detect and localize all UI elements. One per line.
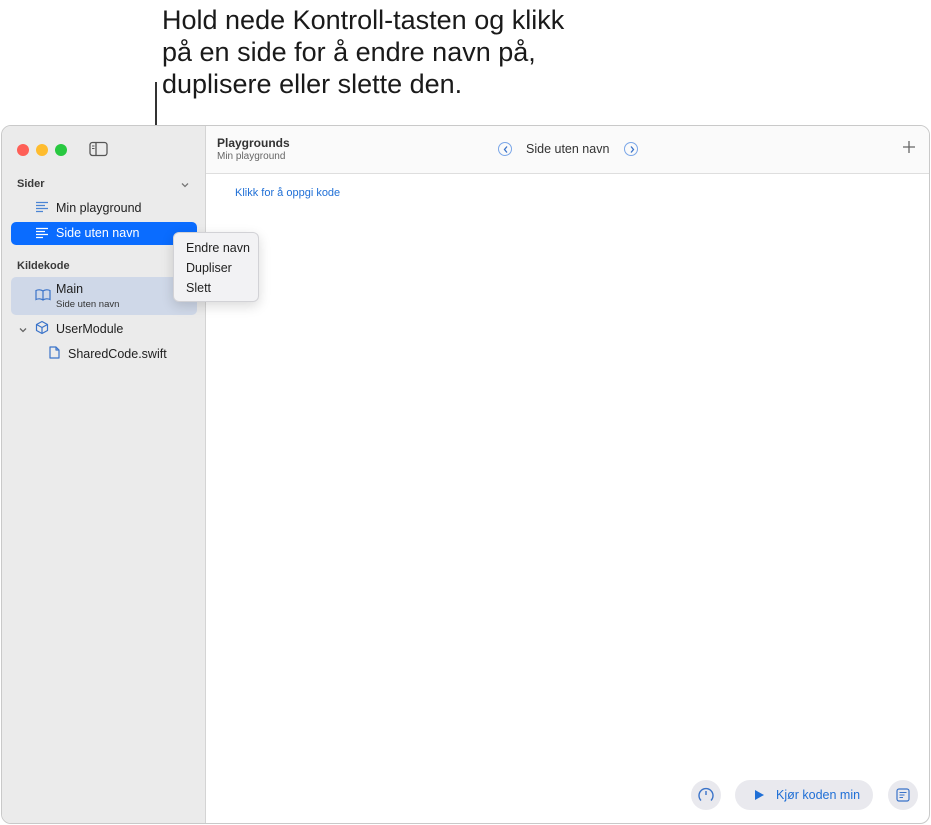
console-button[interactable] <box>888 780 918 810</box>
screenshot-stage: Hold nede Kontroll-tasten og klikk på en… <box>0 0 931 825</box>
speedometer-icon <box>698 787 714 801</box>
code-editor-placeholder[interactable]: Klikk for å oppgi kode <box>235 187 340 199</box>
chevron-right-circle-icon[interactable] <box>624 142 638 156</box>
speedometer-button[interactable] <box>691 780 721 810</box>
playground-window: Sider Min playground Side uten navn Kild… <box>1 125 930 824</box>
run-code-button[interactable]: Kjør koden min <box>735 780 873 810</box>
chevron-left-circle-icon[interactable] <box>498 142 512 156</box>
sidebar-item-sharedcode[interactable]: SharedCode.swift <box>11 343 197 365</box>
current-page-name: Side uten navn <box>526 142 610 156</box>
maximize-window-button[interactable] <box>55 144 67 156</box>
chevron-down-icon[interactable] <box>179 178 191 190</box>
plus-icon[interactable] <box>901 139 917 155</box>
sidebar-item-label: UserModule <box>56 322 124 336</box>
run-code-label: Kjør koden min <box>776 788 861 802</box>
close-window-button[interactable] <box>17 144 29 156</box>
toolbar: Playgrounds Min playground Side uten nav… <box>206 126 929 174</box>
sidebar-item-label: Side uten navn <box>56 226 140 240</box>
sidebar-item-side-uten-navn[interactable]: Side uten navn <box>11 222 197 245</box>
section-title-source: Kildekode <box>17 260 70 272</box>
document-icon <box>49 346 60 362</box>
play-icon <box>755 790 764 800</box>
console-icon <box>896 788 910 802</box>
sidebar: Sider Min playground Side uten navn Kild… <box>2 126 206 823</box>
context-menu: Endre navn Dupliser Slett <box>173 232 259 302</box>
menu-item-rename[interactable]: Endre navn <box>186 241 250 255</box>
minimize-window-button[interactable] <box>36 144 48 156</box>
callout-text: Hold nede Kontroll-tasten og klikk på en… <box>162 5 565 99</box>
menu-item-delete[interactable]: Slett <box>186 281 211 295</box>
sidebar-item-main[interactable]: Main Side uten navn <box>11 277 197 315</box>
toolbar-subtitle: Min playground <box>217 151 286 162</box>
cube-icon <box>35 320 49 338</box>
sidebar-item-usermodule[interactable]: UserModule <box>11 318 197 340</box>
page-lines-icon <box>35 201 49 216</box>
page-lines-icon <box>35 226 49 241</box>
section-title-pages: Sider <box>17 178 45 190</box>
toolbar-title: Playgrounds <box>217 136 290 150</box>
sidebar-item-label: Min playground <box>56 201 142 215</box>
chevron-down-icon[interactable] <box>18 324 28 334</box>
book-icon <box>35 288 51 304</box>
sidebar-item-label: SharedCode.swift <box>68 347 167 361</box>
sidebar-item-sublabel: Side uten navn <box>56 299 120 310</box>
sidebar-item-label: Main <box>56 282 84 296</box>
sidebar-toggle-icon[interactable] <box>89 141 109 157</box>
menu-item-duplicate[interactable]: Dupliser <box>186 261 232 275</box>
sidebar-item-min-playground[interactable]: Min playground <box>11 197 197 219</box>
